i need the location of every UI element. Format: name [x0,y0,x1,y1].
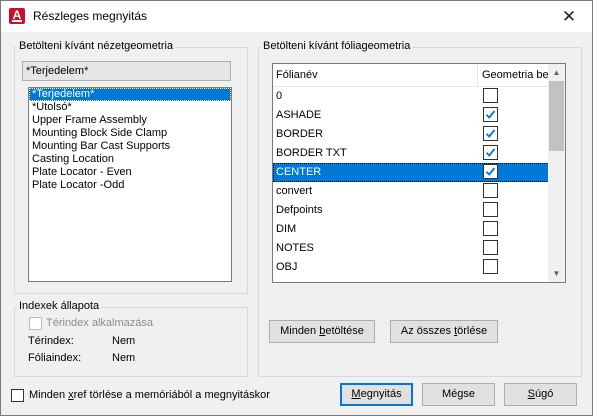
index-status-label: Indexek állapota [17,300,102,312]
checkmark-icon [485,148,496,157]
spatial-index-checkbox[interactable] [29,317,42,330]
xref-unload-label: Minden xref törlése a memóriából a megny… [29,389,270,401]
load-geometry-checkbox[interactable] [483,183,498,198]
layer-row[interactable]: OBJ [273,258,549,277]
layer-rows: 0 ASHADE BORDER BORDER TXT CENTER convert Defp… [273,87,549,277]
column-separator[interactable] [477,64,478,86]
layer-name: CENTER [276,166,322,178]
help-button[interactable]: Súgó [504,383,577,406]
checkmark-icon [485,129,496,138]
layer-name: BORDER [276,128,324,140]
table-header: Fólianév Geometria bet [273,64,549,87]
layer-row[interactable]: ASHADE [273,106,549,125]
load-geometry-checkbox[interactable] [483,221,498,236]
layer-name: OBJ [276,261,298,273]
vertical-scrollbar[interactable]: ▲ ▼ [548,64,565,282]
column-header-layer-name[interactable]: Fólianév [276,69,318,81]
layer-row[interactable]: Defpoints [273,201,549,220]
load-geometry-checkbox[interactable] [483,202,498,217]
load-geometry-checkbox[interactable] [483,164,498,179]
checkmark-icon [485,167,496,176]
clear-all-button[interactable]: Az összes törlése [390,320,498,343]
view-list-item[interactable]: Mounting Block Side Clamp [29,127,231,140]
layer-row[interactable]: CENTER [273,163,549,182]
view-list-item[interactable]: *Utolsó* [29,101,231,114]
open-label-suffix: egnyitás [360,388,402,400]
view-list-item[interactable]: Plate Locator - Even [29,166,231,179]
cancel-button[interactable]: Mégse [422,383,495,406]
xref-label-suffix: ref törlése a memóriából a megnyitáskor [73,389,270,401]
layer-row[interactable]: BORDER [273,125,549,144]
view-list-item[interactable]: Upper Frame Assembly [29,114,231,127]
layer-geometry-table: Fólianév Geometria bet 0 ASHADE BORDER BORD… [272,63,566,283]
xref-label-prefix: Minden [29,389,69,401]
layer-row[interactable]: 0 [273,87,549,106]
load-all-label-prefix: Minden [280,325,320,337]
layer-name: convert [276,185,313,197]
layer-row[interactable]: convert [273,182,549,201]
layer-index-value: Nem [112,352,136,364]
layer-name: 0 [276,90,283,102]
title-bar: A Részleges megnyitás ✕ [1,1,592,32]
view-geometry-list[interactable]: *Terjedelem* *Utolsó* Upper Frame Assembly… [28,87,232,282]
help-hotkey: S [527,388,535,400]
view-list-item[interactable]: Casting Location [29,153,231,166]
view-list-item[interactable]: Mounting Bar Cast Supports [29,140,231,153]
layer-row[interactable]: NOTES [273,239,549,258]
layer-row[interactable]: BORDER TXT [273,144,549,163]
layer-name: BORDER TXT [276,147,347,159]
view-list-item[interactable]: *Terjedelem* [29,88,231,101]
column-header-load-geometry[interactable]: Geometria bet [482,69,549,81]
autocad-app-icon: A [9,8,25,24]
window-title: Részleges megnyitás [33,9,148,23]
load-geometry-checkbox[interactable] [483,126,498,141]
layer-name: ASHADE [276,109,322,121]
layer-name: DIM [276,223,297,235]
close-button[interactable]: ✕ [546,1,592,32]
clear-all-label-suffix: örlése [457,325,488,337]
xref-unload-checkbox[interactable] [11,389,24,402]
dialog-window: A Részleges megnyitás ✕ Betölteni kívánt… [0,0,593,416]
layer-name: Defpoints [276,204,323,216]
view-geometry-label: Betölteni kívánt nézetgeometria [17,40,176,52]
load-all-button[interactable]: Minden betöltése [269,320,375,343]
spatial-index-checkbox-label: Térindex alkalmazása [46,317,153,329]
load-geometry-checkbox[interactable] [483,145,498,160]
open-hotkey: M [351,388,361,400]
layer-geometry-label: Betölteni kívánt fóliageometria [261,40,413,52]
layer-row[interactable]: DIM [273,220,549,239]
view-list-item[interactable]: Plate Locator -Odd [29,179,231,192]
load-geometry-checkbox[interactable] [483,240,498,255]
load-all-label-suffix: etöltése [325,325,364,337]
help-label-suffix: úgó [534,388,554,400]
spatial-index-label: Térindex: [28,335,74,347]
layer-name: NOTES [276,242,314,254]
scroll-thumb[interactable] [549,81,564,151]
load-geometry-checkbox[interactable] [483,107,498,122]
spatial-index-value: Nem [112,335,136,347]
load-geometry-checkbox[interactable] [483,88,498,103]
scroll-down-arrow-icon[interactable]: ▼ [548,265,565,282]
load-geometry-checkbox[interactable] [483,259,498,274]
layer-index-label: Fóliaindex: [28,352,82,364]
clear-all-label-prefix: Az összes [400,325,455,337]
scroll-up-arrow-icon[interactable]: ▲ [548,64,565,81]
view-geometry-combo[interactable]: *Terjedelem* [22,61,231,81]
open-button[interactable]: Megnyitás [340,383,413,406]
checkmark-icon [485,110,496,119]
